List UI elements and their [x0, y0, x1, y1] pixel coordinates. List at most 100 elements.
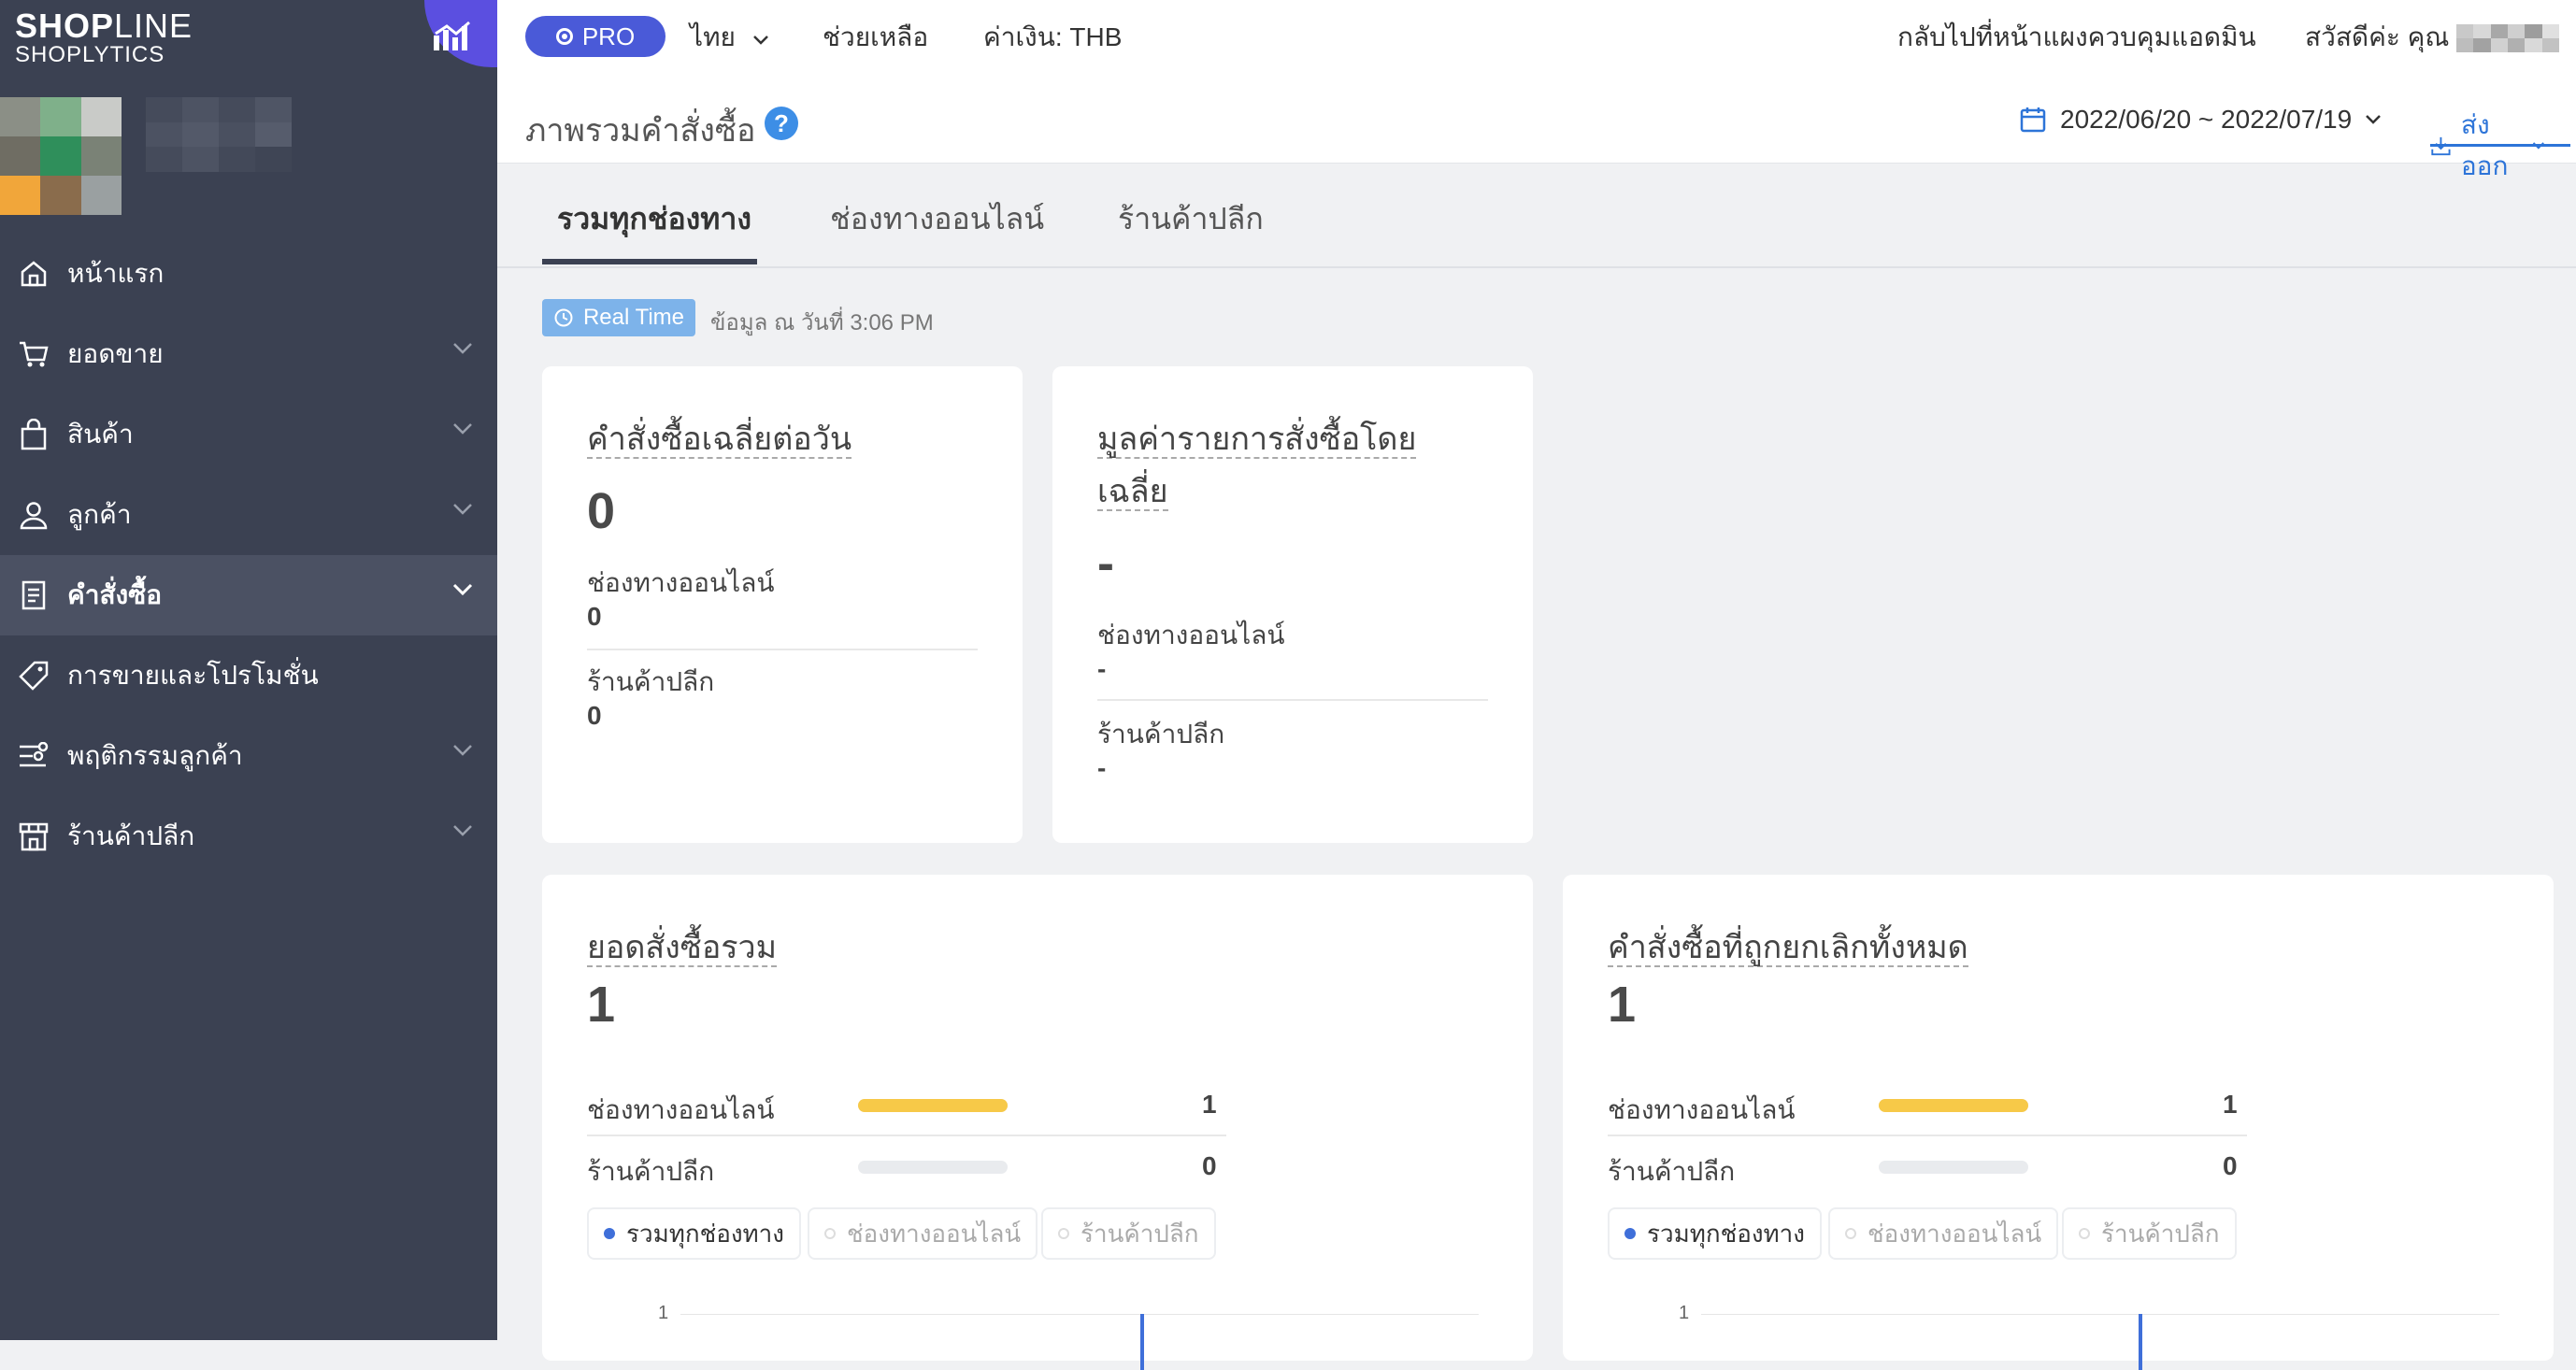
online-value: -: [1097, 654, 1107, 683]
legend-retail[interactable]: ร้านค้าปลีก: [1041, 1207, 1216, 1260]
chevron-down-icon: [2366, 115, 2382, 124]
retail-bar-track: [858, 1161, 1008, 1174]
page-title: ภาพรวมคำสั่งซื้อ: [525, 113, 756, 149]
currency-label: ค่าเงิน: THB: [983, 22, 1123, 51]
user-icon: [17, 498, 50, 532]
retail-value: -: [1097, 753, 1107, 782]
sidebar-item-label: ร้านค้าปลีก: [67, 821, 195, 850]
retail-bar-track: [1879, 1161, 2028, 1174]
online-label: ช่องทางออนไลน์: [1608, 1095, 1796, 1124]
sidebar-item-label: การขายและโปรโมชั่น: [67, 661, 319, 690]
legend-dot: [824, 1228, 836, 1239]
legend-all-channels[interactable]: รวมทุกช่องทาง: [587, 1207, 801, 1260]
retail-label: ร้านค้าปลีก: [587, 1157, 715, 1186]
date-range-picker[interactable]: 2022/06/20 ~ 2022/07/19: [2019, 105, 2382, 135]
chevron-down-icon: [752, 36, 768, 45]
chevron-down-icon: [453, 825, 472, 836]
chevron-down-icon: [453, 343, 472, 354]
export-underline: [2430, 144, 2570, 147]
card-title[interactable]: คำสั่งซื้อเฉลี่ยต่อวัน: [587, 413, 852, 465]
divider: [1608, 1135, 2247, 1136]
card-avg-daily-orders: คำสั่งซื้อเฉลี่ยต่อวัน 0 ช่องทางออนไลน์ …: [542, 366, 1023, 843]
language-selector[interactable]: ไทย: [690, 21, 769, 54]
date-range-text: 2022/06/20 ~ 2022/07/19: [2060, 105, 2353, 134]
legend-all-channels[interactable]: รวมทุกช่องทาง: [1608, 1207, 1822, 1260]
tag-icon: [17, 659, 50, 692]
sidebar-item-retail-store[interactable]: ร้านค้าปลีก: [0, 796, 497, 877]
help-icon[interactable]: ?: [765, 107, 798, 140]
online-label: ช่องทางออนไลน์: [587, 1095, 775, 1124]
cart-icon: [17, 337, 50, 371]
retail-label: ร้านค้าปลีก: [587, 667, 715, 696]
realtime-badge: Real Time: [542, 299, 695, 336]
online-bar-fill: [858, 1099, 1008, 1112]
chevron-down-icon: [453, 745, 472, 756]
tab-all-channels[interactable]: รวมทุกช่องทาง: [557, 195, 751, 243]
online-value: 0: [587, 602, 602, 631]
back-to-admin-link[interactable]: กลับไปที่หน้าแผงควบคุมแอดมิน: [1897, 21, 2256, 54]
chevron-down-icon: [453, 504, 472, 515]
store-name-blurred: [146, 97, 292, 172]
sidebar-item-products[interactable]: สินค้า: [0, 394, 497, 475]
retail-value: 0: [1202, 1151, 1217, 1180]
y-axis-tick: 1: [658, 1303, 669, 1323]
legend-retail[interactable]: ร้านค้าปลีก: [2062, 1207, 2237, 1260]
legend-dot: [1058, 1228, 1069, 1239]
tab-retail[interactable]: ร้านค้าปลีก: [1118, 195, 1264, 243]
retail-value: 0: [2223, 1151, 2238, 1180]
legend-dot: [1624, 1228, 1636, 1239]
sidebar-item-customers[interactable]: ลูกค้า: [0, 475, 497, 555]
chart-gridline: [1701, 1314, 2499, 1315]
metric-value: 1: [1608, 977, 1637, 1033]
sidebar-item-customer-behavior[interactable]: พฤติกรรมลูกค้า: [0, 716, 497, 796]
language-label: ไทย: [690, 22, 736, 51]
behavior-icon: [17, 739, 50, 773]
chart-gridline: [680, 1314, 1479, 1315]
sidebar-item-promotions[interactable]: การขายและโปรโมชั่น: [0, 635, 497, 716]
online-bar-track: [858, 1099, 1008, 1112]
card-title[interactable]: คำสั่งซื้อที่ถูกยกเลิกทั้งหมด: [1608, 921, 1968, 974]
page-header: ภาพรวมคำสั่งซื้อ ? 2022/06/20 ~ 2022/07/…: [497, 84, 2576, 180]
store-avatar: [0, 97, 122, 215]
sidebar-item-label: ยอดขาย: [67, 339, 164, 368]
retail-label: ร้านค้าปลีก: [1097, 720, 1225, 749]
pro-badge[interactable]: PRO: [525, 16, 665, 57]
online-bar-track: [1879, 1099, 2028, 1112]
channel-tabs: รวมทุกช่องทาง ช่องทางออนไลน์ ร้านค้าปลีก: [497, 164, 2576, 268]
series-line: [1140, 1314, 1144, 1370]
sidebar-item-label: คำสั่งซื้อ: [67, 580, 163, 609]
online-value: 1: [1202, 1090, 1217, 1119]
clipboard-icon: [17, 578, 50, 612]
tab-online[interactable]: ช่องทางออนไลน์: [830, 195, 1044, 243]
divider: [587, 649, 978, 650]
store-icon: [17, 820, 50, 853]
divider: [587, 1135, 1226, 1136]
legend-online[interactable]: ช่องทางออนไลน์: [1828, 1207, 2059, 1260]
card-title[interactable]: ยอดสั่งซื้อรวม: [587, 921, 778, 974]
topbar: PRO ไทย ช่วยเหลือ ค่าเงิน: THB กลับไปที่…: [497, 0, 2576, 85]
legend-online[interactable]: ช่องทางออนไลน์: [808, 1207, 1038, 1260]
sidebar-nav: หน้าแรก ยอดขาย สินค้า ลูกค้า คำสั่งซื้อ …: [0, 234, 497, 877]
sidebar: SHOPLINE SHOPLYTICS หน้าแรก ยอดขาย สินค้…: [0, 0, 497, 1340]
sidebar-item-orders[interactable]: คำสั่งซื้อ: [0, 555, 497, 635]
sidebar-item-home[interactable]: หน้าแรก: [0, 234, 497, 314]
username-blurred: [2456, 24, 2559, 52]
chevron-down-icon: [453, 423, 472, 435]
metric-value: 0: [587, 483, 616, 539]
calendar-icon: [2020, 107, 2046, 133]
online-value: 1: [2223, 1090, 2238, 1119]
sidebar-item-sales[interactable]: ยอดขาย: [0, 314, 497, 394]
legend-dot: [604, 1228, 615, 1239]
retail-value: 0: [587, 701, 602, 730]
sidebar-item-label: ลูกค้า: [67, 500, 132, 529]
help-link[interactable]: ช่วยเหลือ: [823, 21, 928, 54]
sidebar-item-label: สินค้า: [67, 420, 134, 449]
online-bar-fill: [1879, 1099, 2028, 1112]
card-title[interactable]: มูลค่ารายการสั่งซื้อโดย เฉลี่ย: [1097, 413, 1417, 518]
retail-label: ร้านค้าปลีก: [1608, 1157, 1736, 1186]
active-tab-indicator: [542, 259, 757, 264]
shopline-logo[interactable]: SHOPLINE SHOPLYTICS: [15, 9, 193, 67]
realtime-label: Real Time: [582, 305, 685, 330]
legend-dot: [2079, 1228, 2090, 1239]
online-label: ช่องทางออนไลน์: [1097, 621, 1285, 649]
